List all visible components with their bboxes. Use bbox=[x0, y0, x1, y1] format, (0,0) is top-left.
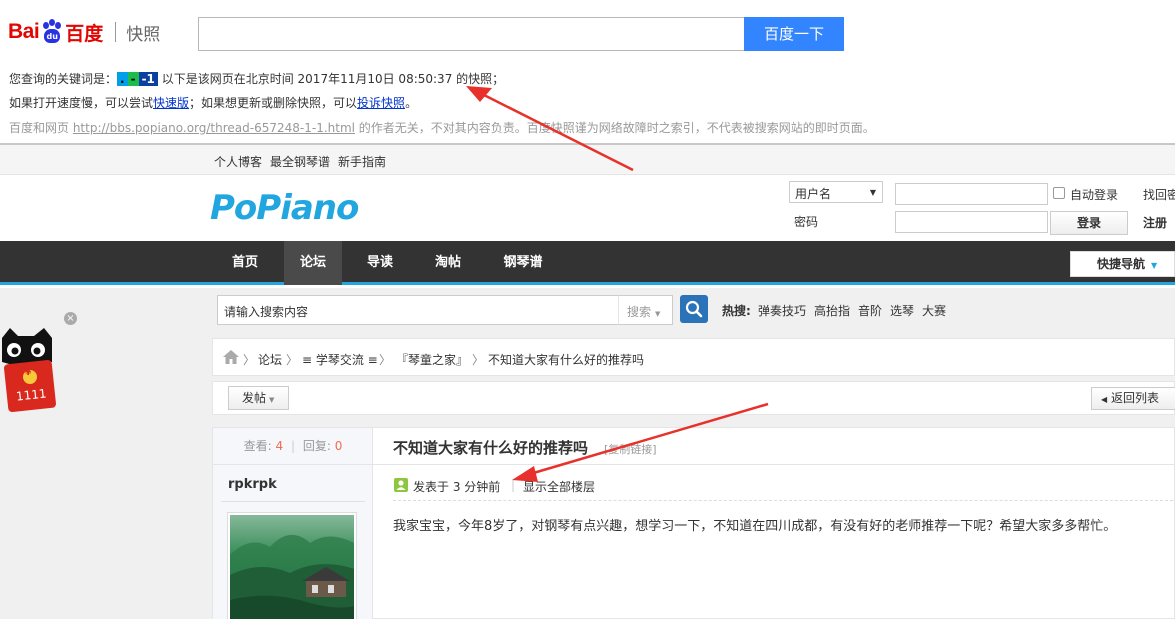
hot-search-item[interactable]: 选琴 bbox=[890, 302, 914, 319]
author-sidebar: 查看: 4 | 回复: 0 rpkrpk bbox=[213, 428, 373, 619]
replies-count: 0 bbox=[334, 439, 343, 453]
user-online-icon bbox=[394, 478, 408, 492]
ad-coin-symbol: ¥ bbox=[25, 368, 32, 378]
register-link[interactable]: 注册 bbox=[1143, 214, 1167, 231]
breadcrumb: 〉 论坛 〉 ≡ 学琴交流 ≡ 〉 『琴童之家』 〉 不知道大家有什么好的推荐吗 bbox=[212, 338, 1175, 376]
avatar[interactable] bbox=[228, 513, 356, 619]
copy-link-button[interactable]: [复制链接] bbox=[604, 441, 657, 457]
username-input[interactable] bbox=[895, 183, 1048, 205]
baidu-logo-bai: Bai bbox=[8, 20, 40, 43]
search-type-select[interactable]: 搜索 ▼ bbox=[618, 295, 673, 325]
complain-snapshot-link[interactable]: 投诉快照 bbox=[357, 96, 405, 110]
keyword-highlight: - bbox=[127, 72, 139, 86]
breadcrumb-section[interactable]: ≡ 学琴交流 ≡ bbox=[302, 351, 378, 368]
baidu-search-input[interactable] bbox=[198, 17, 745, 51]
baidu-search-button[interactable]: 百度一下 bbox=[744, 17, 844, 51]
login-button[interactable]: 登录 bbox=[1050, 211, 1128, 235]
avatar-landscape-image bbox=[230, 535, 354, 619]
baidu-logo[interactable]: Bai du 百度 快照 bbox=[8, 14, 160, 50]
back-to-list-button[interactable]: ◀ 返回列表 bbox=[1091, 387, 1175, 410]
snapshot-page: Bai du 百度 快照 百度一下 您查询的关键词是：. - -1 以下是该网页在北… bbox=[0, 0, 1175, 619]
breadcrumb-forum[interactable]: 论坛 bbox=[258, 351, 282, 368]
username-type-select[interactable]: 用户名 ▼ bbox=[789, 181, 883, 203]
popiano-logo[interactable]: PoPiano bbox=[210, 188, 359, 228]
thread-post: 查看: 4 | 回复: 0 rpkrpk 不知道大家有什么好的推荐吗 [复制链接… bbox=[212, 427, 1175, 619]
topbar-link-blog[interactable]: 个人博客 bbox=[214, 153, 262, 170]
hot-search-item[interactable]: 高抬指 bbox=[814, 302, 850, 319]
auto-login-label: 自动登录 bbox=[1070, 188, 1119, 202]
breadcrumb-thread[interactable]: 不知道大家有什么好的推荐吗 bbox=[488, 351, 644, 368]
logo-divider bbox=[115, 22, 117, 42]
kuaizhao-label: 快照 bbox=[126, 24, 161, 45]
nav-item-forum[interactable]: 论坛 bbox=[284, 241, 342, 285]
thread-title-row: 不知道大家有什么好的推荐吗 [复制链接] bbox=[373, 428, 1175, 465]
author-divider bbox=[221, 501, 365, 502]
site-topbar: 个人博客 最全钢琴谱 新手指南 bbox=[0, 145, 1175, 175]
login-form: 用户名 ▼ 密码 自动登录 登录 找回密 注册 bbox=[789, 181, 1175, 241]
nav-item-home[interactable]: 首页 bbox=[214, 241, 276, 285]
nav-item-sheet-music[interactable]: 钢琴谱 bbox=[490, 241, 556, 285]
snapshot-time-text: 以下是该网页在北京时间 2017年11月10日 08:50:37 的快照； bbox=[157, 72, 505, 86]
popiano-site: 个人博客 最全钢琴谱 新手指南 PoPiano 用户名 ▼ 密码 自动登录 登录… bbox=[0, 145, 1175, 619]
hot-search-item[interactable]: 大赛 bbox=[922, 302, 946, 319]
caret-down-icon: ▼ bbox=[269, 396, 275, 404]
topbar-link-guide[interactable]: 新手指南 bbox=[338, 153, 386, 170]
topbar-link-sheet-music[interactable]: 最全钢琴谱 bbox=[270, 153, 330, 170]
home-icon[interactable] bbox=[223, 350, 239, 364]
main-navbar: 首页 论坛 导读 淘帖 钢琴谱 快捷导航 ▼ bbox=[0, 241, 1175, 285]
baidu-logo-cn: 百度 bbox=[65, 22, 104, 45]
hot-search-item[interactable]: 音阶 bbox=[858, 302, 882, 319]
site-search-input[interactable]: 请输入搜索内容 bbox=[217, 295, 619, 325]
keyword-highlight: -1 bbox=[138, 72, 158, 86]
caret-down-icon: ▼ bbox=[869, 188, 876, 197]
hot-search-item[interactable]: 弹奏技巧 bbox=[758, 302, 806, 319]
find-password-link[interactable]: 找回密 bbox=[1143, 186, 1175, 203]
author-name[interactable]: rpkrpk bbox=[228, 477, 277, 492]
post-time: 发表于 3 分钟前 bbox=[413, 480, 501, 494]
snapshot-disclaimer-line: 百度和网页 http://bbs.popiano.org/thread-6572… bbox=[9, 121, 875, 135]
snapshot-help-line: 如果打开速度慢，可以尝试快速版；如果想更新或删除快照，可以投诉快照。 bbox=[9, 96, 418, 110]
nav-item-taotie[interactable]: 淘帖 bbox=[420, 241, 476, 285]
snapshot-keyword-line: 您查询的关键词是：. - -1 以下是该网页在北京时间 2017年11月10日 08… bbox=[9, 72, 505, 86]
show-all-floors-link[interactable]: 显示全部楼层 bbox=[523, 478, 595, 495]
password-label: 密码 bbox=[794, 215, 819, 229]
post-divider bbox=[393, 500, 1173, 501]
thread-stats: 查看: 4 | 回复: 0 bbox=[213, 428, 373, 465]
thread-action-bar: 发帖 ▼ ◀ 返回列表 bbox=[212, 381, 1175, 415]
quick-nav-button[interactable]: 快捷导航 ▼ bbox=[1070, 251, 1175, 277]
hot-search-label: 热搜: bbox=[722, 304, 751, 318]
fast-version-link[interactable]: 快速版 bbox=[153, 96, 189, 110]
views-count: 4 bbox=[275, 439, 284, 453]
source-url-link[interactable]: http://bbs.popiano.org/thread-657248-1-1… bbox=[73, 121, 355, 135]
ad-close-icon[interactable]: × bbox=[64, 312, 77, 325]
post-body: 我家宝宝，今年8岁了，对钢琴有点兴趣，想学习一下，不知道在四川成都，有没有好的老… bbox=[393, 519, 1117, 534]
caret-down-icon: ▼ bbox=[655, 310, 661, 318]
baidu-paw-icon: du bbox=[40, 19, 64, 45]
chevron-left-icon: ◀ bbox=[1101, 395, 1108, 404]
search-icon bbox=[685, 300, 703, 318]
caret-down-icon: ▼ bbox=[1151, 261, 1158, 270]
keyword-highlight: . bbox=[117, 72, 128, 86]
baidu-snapshot-header: Bai du 百度 快照 百度一下 您查询的关键词是：. - -1 以下是该网页在北… bbox=[0, 0, 1175, 145]
site-search-button[interactable] bbox=[680, 295, 708, 323]
breadcrumb-board[interactable]: 『琴童之家』 bbox=[396, 351, 468, 368]
tmall-ad[interactable]: ¥ 1111 bbox=[0, 328, 62, 418]
password-input[interactable] bbox=[895, 211, 1048, 233]
thread-title: 不知道大家有什么好的推荐吗 bbox=[393, 439, 589, 457]
new-post-button[interactable]: 发帖 ▼ bbox=[228, 386, 289, 410]
meta-separator: | bbox=[511, 478, 516, 492]
nav-item-guide[interactable]: 导读 bbox=[352, 241, 408, 285]
auto-login-checkbox[interactable] bbox=[1053, 187, 1065, 199]
